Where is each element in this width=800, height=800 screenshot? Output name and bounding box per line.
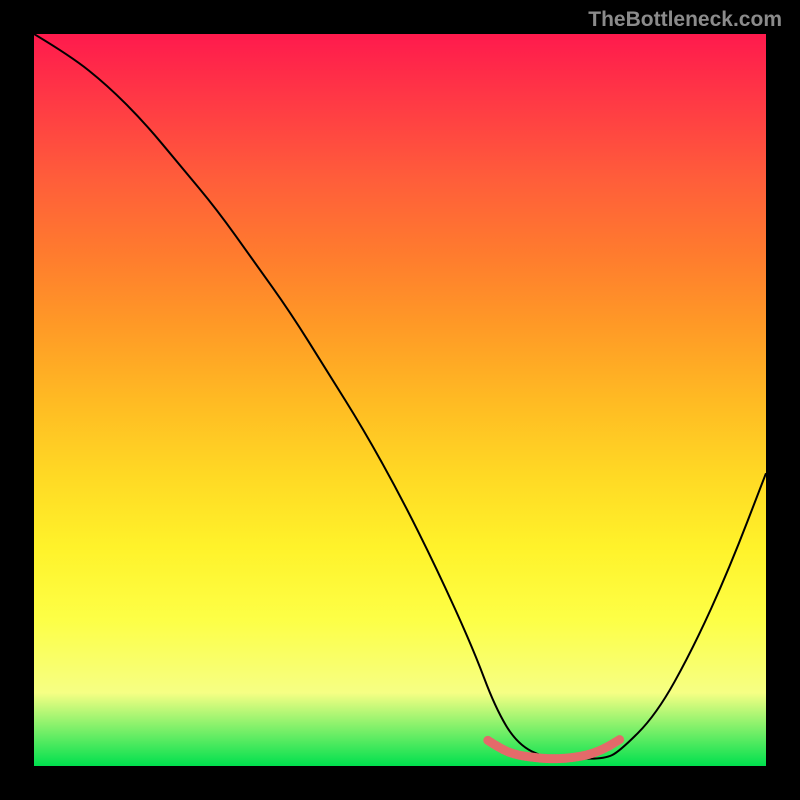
bottleneck-curve [34, 34, 766, 759]
optimal-zone-marker [488, 740, 620, 759]
chart-container: TheBottleneck.com [0, 0, 800, 800]
plot-area [34, 34, 766, 766]
curve-svg [34, 34, 766, 766]
watermark-text: TheBottleneck.com [588, 8, 782, 32]
